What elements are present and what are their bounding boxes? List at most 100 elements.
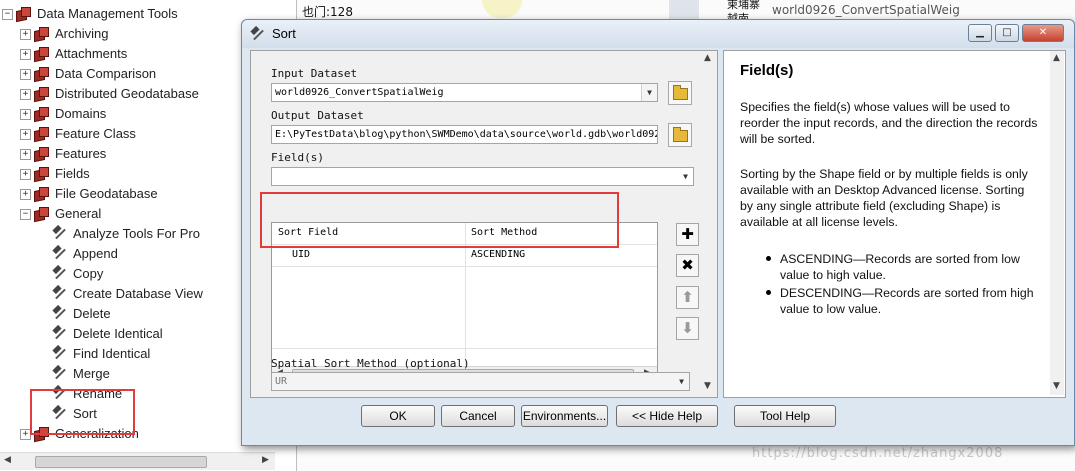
chevron-down-icon[interactable]: ▼ [678, 168, 693, 185]
tree-horizontal-scrollbar[interactable]: ◀ ▶ [0, 452, 275, 470]
expand-icon[interactable]: + [20, 29, 31, 40]
grid-cell-method[interactable]: ASCENDING [465, 245, 656, 265]
tool-item-label: Analyze Tools For Pro [73, 226, 200, 241]
scroll-down-icon[interactable]: ▼ [704, 381, 711, 391]
output-browse-button[interactable] [668, 123, 692, 147]
dialog-title: Sort [272, 26, 296, 41]
toolbox-icon [34, 47, 49, 60]
tool-item-label: Copy [73, 266, 104, 281]
tool-item[interactable]: Copy [52, 264, 103, 284]
add-row-button[interactable]: ✚ [676, 223, 699, 246]
input-browse-button[interactable] [668, 81, 692, 105]
expand-icon[interactable]: + [20, 149, 31, 160]
tool-help-button[interactable]: Tool Help [734, 405, 836, 427]
environments-button[interactable]: Environments... [521, 405, 608, 427]
tool-item-label: Create Database View [73, 286, 203, 301]
toolbox-icon [34, 127, 49, 140]
help-bullet-text: ASCENDING—Records are sorted from low va… [780, 252, 1020, 282]
toolbox-icon [34, 187, 49, 200]
toolbox-icon [16, 7, 31, 20]
sort-fields-highlight [260, 192, 619, 248]
down-arrow-icon: ⬇ [681, 319, 694, 337]
hammer-icon [250, 27, 266, 41]
input-dataset-value: world0926_ConvertSpatialWeig [275, 87, 444, 98]
hammer-icon [52, 306, 68, 320]
tool-item[interactable]: Append [52, 244, 118, 264]
move-up-button[interactable]: ⬆ [676, 286, 699, 309]
close-button[interactable]: ✕ [1022, 24, 1064, 42]
expand-icon[interactable]: + [20, 89, 31, 100]
tool-item[interactable]: Delete Identical [52, 324, 163, 344]
toolbox-icon [34, 207, 49, 220]
tool-item[interactable]: Find Identical [52, 344, 150, 364]
map-feature [482, 0, 522, 18]
expand-icon[interactable]: + [20, 109, 31, 120]
scroll-thumb[interactable] [35, 456, 207, 468]
collapse-icon[interactable]: − [20, 209, 31, 220]
tree-item-label: Features [55, 146, 107, 161]
scroll-up-icon[interactable]: ▲ [704, 53, 711, 63]
help-bullet-text: DESCENDING—Records are sorted from high … [780, 286, 1034, 316]
spatial-sort-value: UR [275, 376, 288, 387]
expand-icon[interactable]: + [20, 49, 31, 60]
folder-icon [673, 127, 688, 142]
scroll-up-icon[interactable]: ▲ [1053, 53, 1060, 63]
move-down-button[interactable]: ⬇ [676, 317, 699, 340]
chevron-down-icon[interactable]: ▼ [674, 373, 689, 390]
dialog-titlebar[interactable]: Sort ▁ □ ✕ [242, 20, 1074, 48]
tree-item-label: Distributed Geodatabase [55, 86, 199, 101]
chevron-down-icon[interactable]: ▼ [641, 84, 657, 101]
sort-tool-highlight [30, 389, 135, 435]
tool-item-label: Delete [73, 306, 111, 321]
hammer-icon [52, 286, 68, 300]
expand-icon[interactable]: + [20, 189, 31, 200]
tree-item-label: File Geodatabase [55, 186, 158, 201]
watermark: https://blog.csdn.net/zhangx2008 [752, 446, 1004, 461]
expand-icon[interactable]: + [20, 129, 31, 140]
toolbox-icon [34, 167, 49, 180]
bullet-icon [766, 290, 771, 295]
output-dataset-value: E:\PyTestData\blog\python\SWMDemo\data\s… [275, 129, 658, 140]
toolbox-icon [34, 27, 49, 40]
tool-item[interactable]: Merge [52, 364, 110, 384]
cancel-button[interactable]: Cancel [441, 405, 515, 427]
scroll-right-icon[interactable]: ▶ [262, 455, 269, 465]
bullet-icon [766, 256, 771, 261]
expand-icon[interactable]: + [20, 69, 31, 80]
minimize-button[interactable]: ▁ [968, 24, 992, 42]
tree-root-label: Data Management Tools [37, 6, 178, 21]
hide-help-button[interactable]: << Hide Help [616, 405, 718, 427]
expand-icon[interactable]: + [20, 169, 31, 180]
panel-vertical-scrollbar[interactable]: ▲ ▼ [701, 51, 715, 395]
up-arrow-icon: ⬆ [681, 288, 694, 306]
ok-button[interactable]: OK [361, 405, 435, 427]
collapse-icon[interactable]: − [2, 9, 13, 20]
hammer-icon [52, 266, 68, 280]
map-label: 也门:128 [302, 5, 353, 19]
tree-item-label: Fields [55, 166, 90, 181]
hammer-icon [52, 326, 68, 340]
tool-item[interactable]: Create Database View [52, 284, 203, 304]
input-dataset-combo[interactable]: world0926_ConvertSpatialWeig ▼ [271, 83, 658, 102]
help-paragraph: Sorting by the Shape field or by multipl… [740, 167, 1028, 229]
tool-item[interactable]: Delete [52, 304, 111, 324]
input-dataset-label: Input Dataset [271, 67, 358, 80]
scroll-left-icon[interactable]: ◀ [4, 455, 11, 465]
scroll-down-icon[interactable]: ▼ [1053, 381, 1060, 391]
tool-item[interactable]: Analyze Tools For Pro [52, 224, 200, 244]
output-dataset-field[interactable]: E:\PyTestData\blog\python\SWMDemo\data\s… [271, 125, 658, 144]
tool-item-label: Delete Identical [73, 326, 163, 341]
toolbox-icon [34, 147, 49, 160]
output-dataset-label: Output Dataset [271, 109, 364, 122]
spatial-sort-combo[interactable]: UR ▼ [271, 372, 690, 391]
tree-item-label: Feature Class [55, 126, 136, 141]
maximize-button[interactable]: □ [995, 24, 1019, 42]
hammer-icon [52, 346, 68, 360]
help-title: Field(s) [740, 62, 794, 79]
plus-icon: ✚ [681, 225, 694, 243]
tree-item-label: Data Comparison [55, 66, 157, 81]
grid-cell-field[interactable]: UID [286, 245, 462, 265]
remove-row-button[interactable]: ✖ [676, 254, 699, 277]
help-vertical-scrollbar[interactable]: ▲ ▼ [1050, 51, 1064, 395]
fields-combo[interactable]: ▼ [271, 167, 694, 186]
